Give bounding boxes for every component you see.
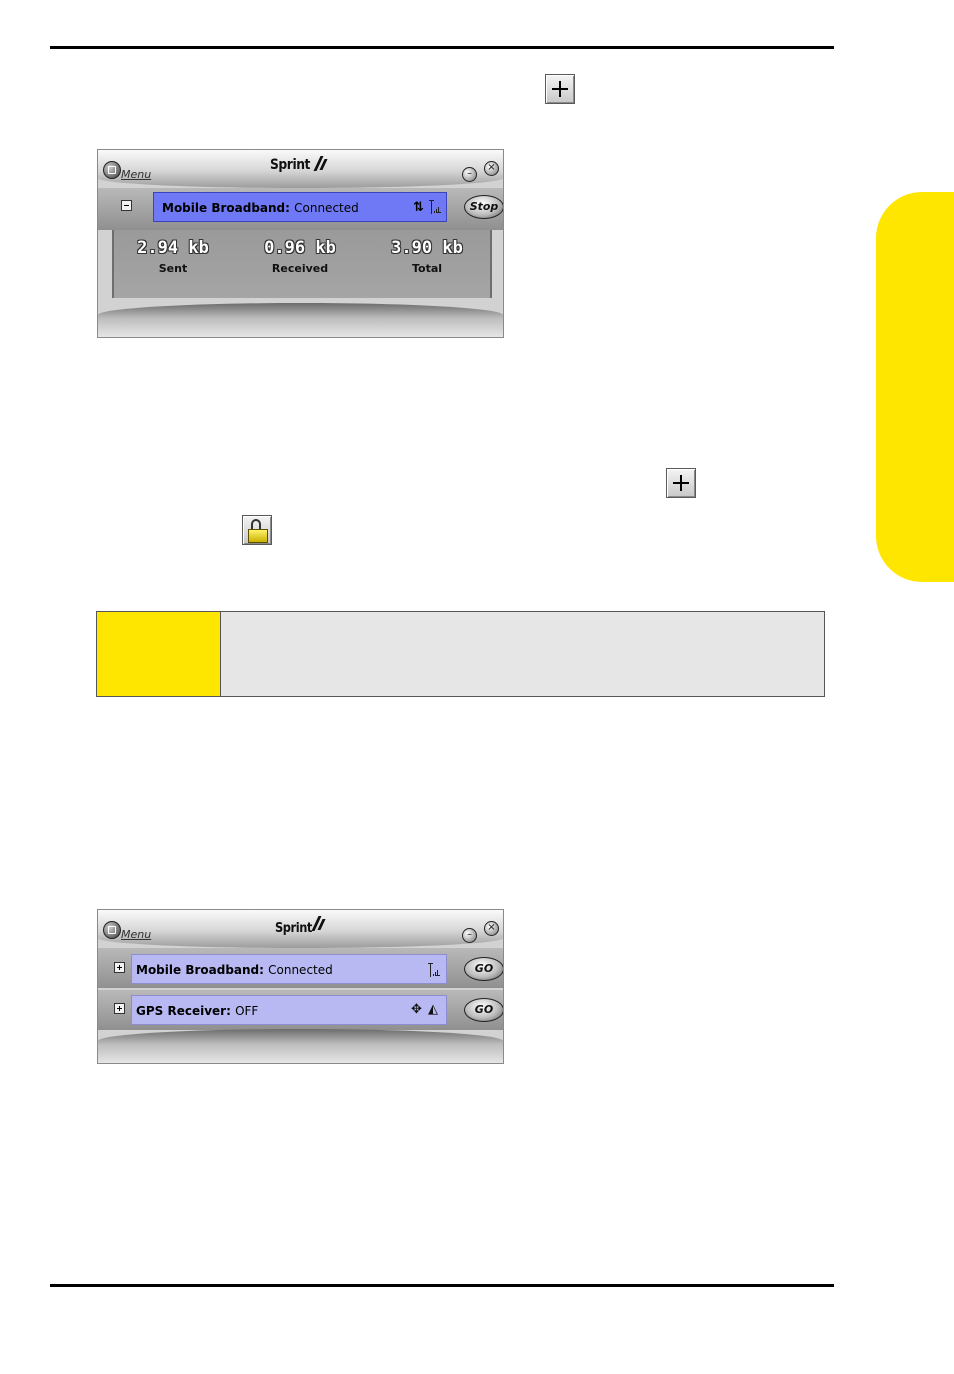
note-box (96, 611, 825, 697)
connection-status-bar[interactable]: Mobile Broadband: Connected (153, 192, 447, 222)
connection-manager-window-expanded: Menu Sprint – × Mobile Broadband: Connec… (97, 149, 504, 338)
signal-bars (434, 205, 442, 213)
menu-label[interactable]: Menu (121, 928, 151, 941)
stat-total-value: 3.90 kb (391, 238, 463, 258)
connection-name: GPS Receiver: (136, 1004, 236, 1018)
sprint-logo: Sprint (275, 921, 312, 936)
sprint-logo-mark (312, 915, 328, 933)
gps-target-icon: ✥ (411, 1002, 422, 1017)
data-arrows-icon: ⇅ (413, 200, 424, 215)
note-tag (97, 612, 221, 696)
stop-button[interactable]: Stop (464, 195, 503, 219)
connection-row: Mobile Broadband: Connected GO (98, 948, 503, 988)
connection-row: GPS Receiver: OFF ✥ ◭ GO (98, 990, 503, 1030)
sprint-logo-mark (314, 155, 330, 173)
menu-label[interactable]: Menu (121, 168, 151, 181)
close-icon[interactable]: × (484, 161, 499, 176)
connection-status-bar[interactable]: Mobile Broadband: Connected (131, 954, 447, 984)
connection-status: Connected (294, 201, 359, 215)
expand-toggle-icon[interactable] (114, 962, 125, 973)
stat-total: 3.90 kb Total (372, 238, 482, 275)
connection-name: Mobile Broadband: (136, 963, 269, 977)
minimize-icon[interactable]: – (462, 167, 477, 182)
connection-status: OFF (235, 1004, 259, 1018)
sprint-logo: Sprint (270, 157, 311, 173)
top-rule (50, 46, 834, 49)
stat-sent-value: 2.94 kb (137, 238, 209, 258)
bottom-rule (50, 1284, 834, 1287)
stat-sent-label: Sent (158, 262, 188, 275)
stats-panel: 2.94 kb Sent 0.96 kb Received 3.90 kb To… (112, 230, 492, 298)
stat-sent: 2.94 kb Sent (118, 238, 228, 275)
go-button[interactable]: GO (464, 998, 503, 1022)
collapse-toggle-icon[interactable] (121, 200, 132, 211)
connection-manager-window-collapsed: Menu Sprint – × Mobile Broadband: Connec… (97, 909, 504, 1064)
section-side-tab (876, 192, 954, 582)
stat-total-label: Total (411, 262, 443, 275)
window-footer (98, 1029, 503, 1063)
connection-row: Mobile Broadband: Connected ⇅ Stop (98, 188, 503, 230)
signal-icon (429, 200, 441, 214)
menu-icon[interactable] (103, 921, 121, 939)
connection-name: Mobile Broadband: (162, 201, 295, 215)
minimize-icon[interactable]: – (462, 928, 477, 943)
window-footer (98, 303, 503, 337)
go-button[interactable]: GO (464, 957, 503, 981)
menu-icon[interactable] (103, 161, 121, 179)
signal-icon (428, 963, 440, 977)
signal-bars (433, 968, 441, 976)
lock-icon (242, 515, 272, 545)
expand-plus-icon (666, 468, 696, 498)
stat-received: 0.96 kb Received (245, 238, 355, 275)
connection-status: Connected (268, 963, 333, 977)
stat-received-label: Received (271, 262, 329, 275)
connection-status-bar[interactable]: GPS Receiver: OFF (131, 995, 447, 1025)
expand-plus-icon (545, 74, 575, 104)
gps-satellite-icon: ◭ (428, 1002, 438, 1017)
stat-received-value: 0.96 kb (264, 238, 336, 258)
expand-toggle-icon[interactable] (114, 1003, 125, 1014)
close-icon[interactable]: × (484, 921, 499, 936)
